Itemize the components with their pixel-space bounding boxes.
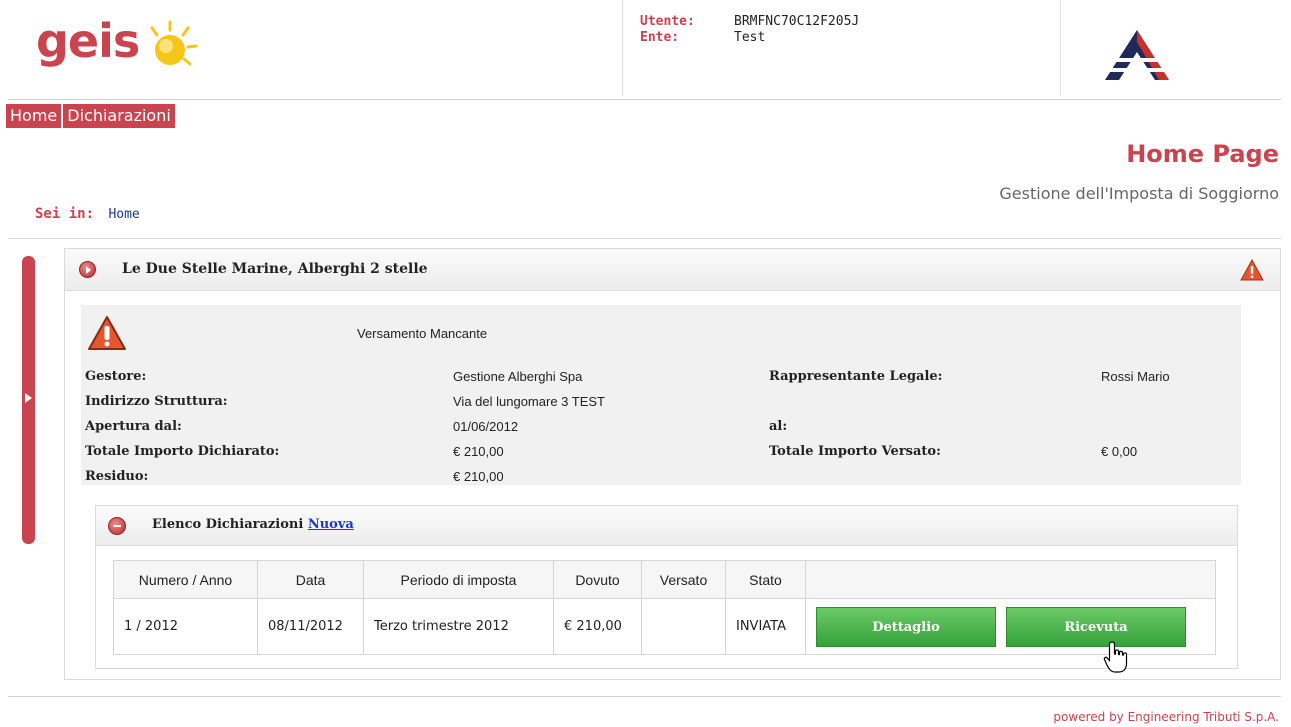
- dichiarazioni-panel: Elenco Dichiarazioni Nuova Numero / Anno…: [95, 505, 1238, 669]
- collapse-icon[interactable]: [108, 517, 126, 535]
- indirizzo-label: Indirizzo Struttura:: [85, 394, 228, 409]
- utente-value: BRMFNC70C12F205J: [734, 14, 860, 29]
- breadcrumb: Sei in: Home: [35, 206, 140, 222]
- footer-credit: powered by Engineering Tributi S.p.A.: [1053, 710, 1279, 724]
- user-info: Utente: BRMFNC70C12F205J Ente: Test: [640, 14, 859, 46]
- header-divider-right: [1060, 0, 1061, 96]
- new-dichiarazione-link[interactable]: Nuova: [308, 517, 354, 532]
- breadcrumb-label: Sei in:: [35, 206, 95, 222]
- main-menu: Home Dichiarazioni: [6, 104, 177, 128]
- col-stato: Stato: [725, 560, 806, 599]
- warning-message: Versamento Mancante: [357, 326, 488, 341]
- header-divider-left: [622, 0, 623, 96]
- collapse-icon[interactable]: [79, 261, 96, 278]
- totale-versato-value: € 0,00: [1101, 444, 1138, 459]
- residuo-label: Residuo:: [85, 469, 149, 484]
- cell-dovuto: € 210,00: [553, 598, 642, 655]
- col-actions: [805, 560, 1216, 599]
- breadcrumb-home-link[interactable]: Home: [108, 207, 139, 222]
- expand-arrow-icon: [25, 393, 32, 403]
- page-title: Home Page: [1126, 140, 1279, 168]
- table-header-row: Numero / Anno Data Periodo di imposta Do…: [113, 560, 1216, 599]
- cell-stato: INVIATA: [725, 598, 806, 655]
- warning-icon: [1240, 259, 1264, 281]
- structure-panel-header[interactable]: Le Due Stelle Marine, Alberghi 2 stelle: [65, 249, 1280, 291]
- totale-dichiarato-value: € 210,00: [453, 444, 504, 459]
- dichiarazioni-table: Numero / Anno Data Periodo di imposta Do…: [113, 560, 1216, 655]
- apertura-value: 01/06/2012: [453, 419, 519, 434]
- sun-icon: [150, 20, 198, 66]
- gestore-value: Gestione Alberghi Spa: [453, 369, 583, 384]
- footer-rule: [8, 696, 1281, 697]
- ente-label: Ente:: [640, 30, 680, 45]
- dichiarazioni-header[interactable]: Elenco Dichiarazioni Nuova: [96, 506, 1237, 546]
- col-data: Data: [257, 560, 364, 599]
- geis-logo[interactable]: geis: [36, 10, 211, 82]
- col-dovuto: Dovuto: [553, 560, 642, 599]
- rappresentante-value: Rossi Mario: [1101, 369, 1170, 384]
- table-row: 1 / 2012 08/11/2012 Terzo trimestre 2012…: [113, 598, 1216, 655]
- cell-versato: [641, 598, 726, 655]
- structure-title: Le Due Stelle Marine, Alberghi 2 stelle: [122, 261, 428, 277]
- hand-pointer-icon: [1103, 641, 1128, 673]
- page-subtitle: Gestione dell'Imposta di Soggiorno: [999, 184, 1279, 203]
- dichiarazioni-title-text: Elenco Dichiarazioni: [152, 517, 304, 532]
- cell-data: 08/11/2012: [257, 598, 364, 655]
- ente-value: Test: [734, 30, 766, 45]
- header-rule: [8, 99, 1281, 100]
- logo-text: geis: [36, 14, 140, 68]
- rappresentante-label: Rappresentante Legale:: [769, 369, 943, 384]
- apertura-label: Apertura dal:: [85, 419, 182, 434]
- dettaglio-button[interactable]: Dettaglio: [816, 606, 996, 647]
- utente-label: Utente:: [640, 14, 695, 29]
- cell-actions: Dettaglio Ricevuta: [805, 598, 1216, 655]
- cell-periodo: Terzo trimestre 2012: [363, 598, 554, 655]
- dichiarazioni-title: Elenco Dichiarazioni Nuova: [152, 517, 354, 532]
- menu-item-home[interactable]: Home: [6, 104, 62, 128]
- totale-versato-label: Totale Importo Versato:: [769, 444, 941, 459]
- warning-large-icon: [88, 316, 126, 350]
- structure-panel: Le Due Stelle Marine, Alberghi 2 stelle …: [64, 248, 1281, 680]
- gestore-label: Gestore:: [85, 369, 147, 384]
- col-periodo: Periodo di imposta: [363, 560, 554, 599]
- totale-dichiarato-label: Totale Importo Dichiarato:: [85, 444, 280, 459]
- sidebar-toggle[interactable]: [22, 256, 35, 544]
- region-emblem-icon: [1105, 30, 1169, 80]
- ricevuta-button[interactable]: Ricevuta: [1006, 606, 1186, 647]
- col-numero: Numero / Anno: [113, 560, 258, 599]
- residuo-value: € 210,00: [453, 469, 504, 484]
- cell-numero: 1 / 2012: [113, 598, 258, 655]
- al-label: al:: [769, 419, 788, 434]
- col-versato: Versato: [641, 560, 726, 599]
- breadcrumb-rule: [8, 238, 1281, 239]
- indirizzo-value: Via del lungomare 3 TEST: [453, 394, 605, 409]
- menu-item-dichiarazioni[interactable]: Dichiarazioni: [63, 104, 175, 128]
